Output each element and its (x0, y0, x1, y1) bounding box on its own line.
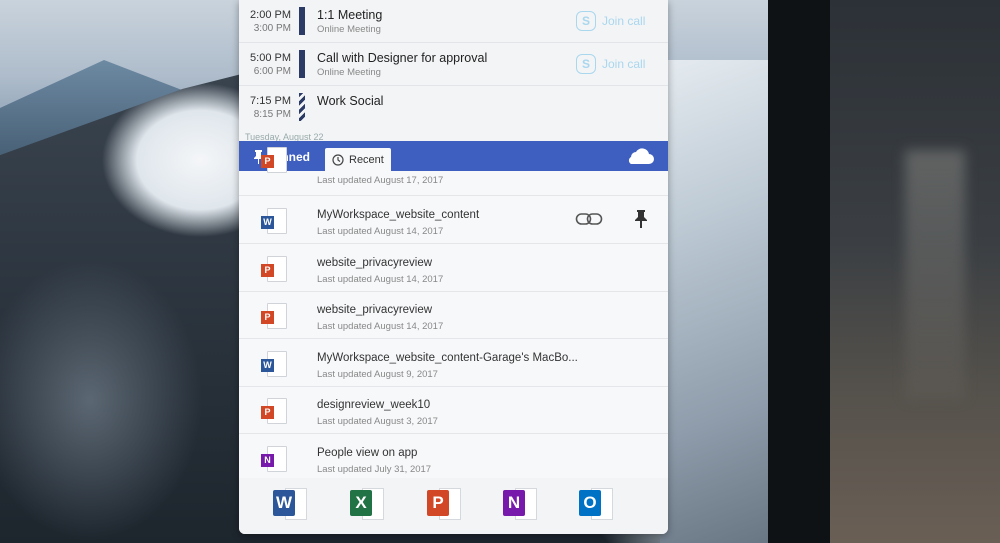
file-updated: Last updated August 14, 2017 (317, 226, 444, 237)
room-light (905, 150, 965, 400)
list-item[interactable]: P Last updated August 17, 2017 (239, 145, 668, 196)
onenote-icon-tile: N (503, 490, 525, 516)
powerpoint-file-icon: P (261, 398, 287, 424)
powerpoint-file-icon: P (261, 303, 287, 329)
join-call-label: Join call (602, 57, 646, 71)
calendar-event[interactable]: 2:00 PM 3:00 PM 1:1 Meeting Online Meeti… (239, 0, 668, 43)
powerpoint-icon-tile: P (427, 490, 449, 516)
event-times: 7:15 PM 8:15 PM (239, 95, 291, 125)
share-link-icon[interactable] (575, 210, 603, 228)
file-updated: Last updated August 14, 2017 (317, 274, 444, 285)
file-name: website_privacyreview (317, 304, 433, 316)
skype-icon: S (576, 54, 596, 74)
file-name: MyWorkspace_website_content-Garage's Mac… (317, 352, 578, 364)
powerpoint-app-button[interactable]: P (427, 486, 461, 520)
event-color-bar (299, 50, 305, 78)
calendar-event[interactable]: 5:00 PM 6:00 PM Call with Designer for a… (239, 43, 668, 86)
event-title: 1:1 Meeting (317, 8, 383, 22)
event-start-time: 7:15 PM (250, 95, 291, 107)
list-item[interactable]: P website_privacyreview Last updated Aug… (239, 244, 668, 292)
word-file-icon: W (261, 208, 287, 234)
file-name: People view on app (317, 447, 418, 459)
event-end-time: 3:00 PM (253, 23, 291, 34)
onenote-file-icon: N (261, 446, 287, 472)
excel-icon-tile: X (350, 490, 372, 516)
file-updated: Last updated August 17, 2017 (317, 175, 444, 186)
excel-app-button[interactable]: X (350, 486, 384, 520)
file-name: designreview_week10 (317, 399, 431, 411)
event-title: Call with Designer for approval (317, 51, 488, 65)
file-updated: Last updated July 31, 2017 (317, 464, 432, 475)
join-call-button[interactable]: S Join call (576, 11, 645, 31)
office-hub-panel: 2:00 PM 3:00 PM 1:1 Meeting Online Meeti… (239, 0, 668, 534)
outlook-app-button[interactable]: O (579, 486, 613, 520)
event-start-time: 2:00 PM (250, 9, 291, 21)
event-end-time: 8:15 PM (253, 109, 291, 120)
monitor-bezel (768, 0, 830, 543)
list-item[interactable]: W MyWorkspace_website_content Last updat… (239, 196, 668, 244)
powerpoint-file-icon: P (261, 147, 287, 173)
pin-file-icon[interactable] (635, 210, 647, 228)
file-name: website_privacyreview (317, 257, 433, 269)
skype-icon: S (576, 11, 596, 31)
event-start-time: 5:00 PM (250, 52, 291, 64)
join-call-button[interactable]: S Join call (576, 54, 645, 74)
event-times: 5:00 PM 6:00 PM (239, 52, 291, 82)
outlook-icon-tile: O (579, 490, 601, 516)
list-item[interactable]: P website_privacyreview Last updated Aug… (239, 291, 668, 339)
calendar-event[interactable]: 7:15 PM 8:15 PM Work Social (239, 86, 668, 128)
list-item[interactable]: N People view on app Last updated July 3… (239, 434, 668, 481)
file-updated: Last updated August 14, 2017 (317, 321, 444, 332)
powerpoint-file-icon: P (261, 256, 287, 282)
event-tentative-bar (299, 93, 305, 121)
event-times: 2:00 PM 3:00 PM (239, 9, 291, 39)
calendar-agenda: 2:00 PM 3:00 PM 1:1 Meeting Online Meeti… (239, 0, 668, 142)
event-location: Online Meeting (317, 67, 381, 78)
event-title: Work Social (317, 94, 384, 108)
file-name: MyWorkspace_website_content (317, 209, 480, 221)
word-app-button[interactable]: W (273, 486, 307, 520)
office-apps-bar: W X P N O (239, 478, 668, 534)
word-icon-tile: W (273, 490, 295, 516)
file-updated: Last updated August 3, 2017 (317, 416, 438, 427)
join-call-label: Join call (602, 14, 646, 28)
file-updated: Last updated August 9, 2017 (317, 369, 438, 380)
event-end-time: 6:00 PM (253, 66, 291, 77)
event-color-bar (299, 7, 305, 35)
list-item[interactable]: P designreview_week10 Last updated Augus… (239, 386, 668, 434)
word-file-icon: W (261, 351, 287, 377)
event-location: Online Meeting (317, 24, 381, 35)
list-item[interactable]: W MyWorkspace_website_content-Garage's M… (239, 339, 668, 387)
onenote-app-button[interactable]: N (503, 486, 537, 520)
